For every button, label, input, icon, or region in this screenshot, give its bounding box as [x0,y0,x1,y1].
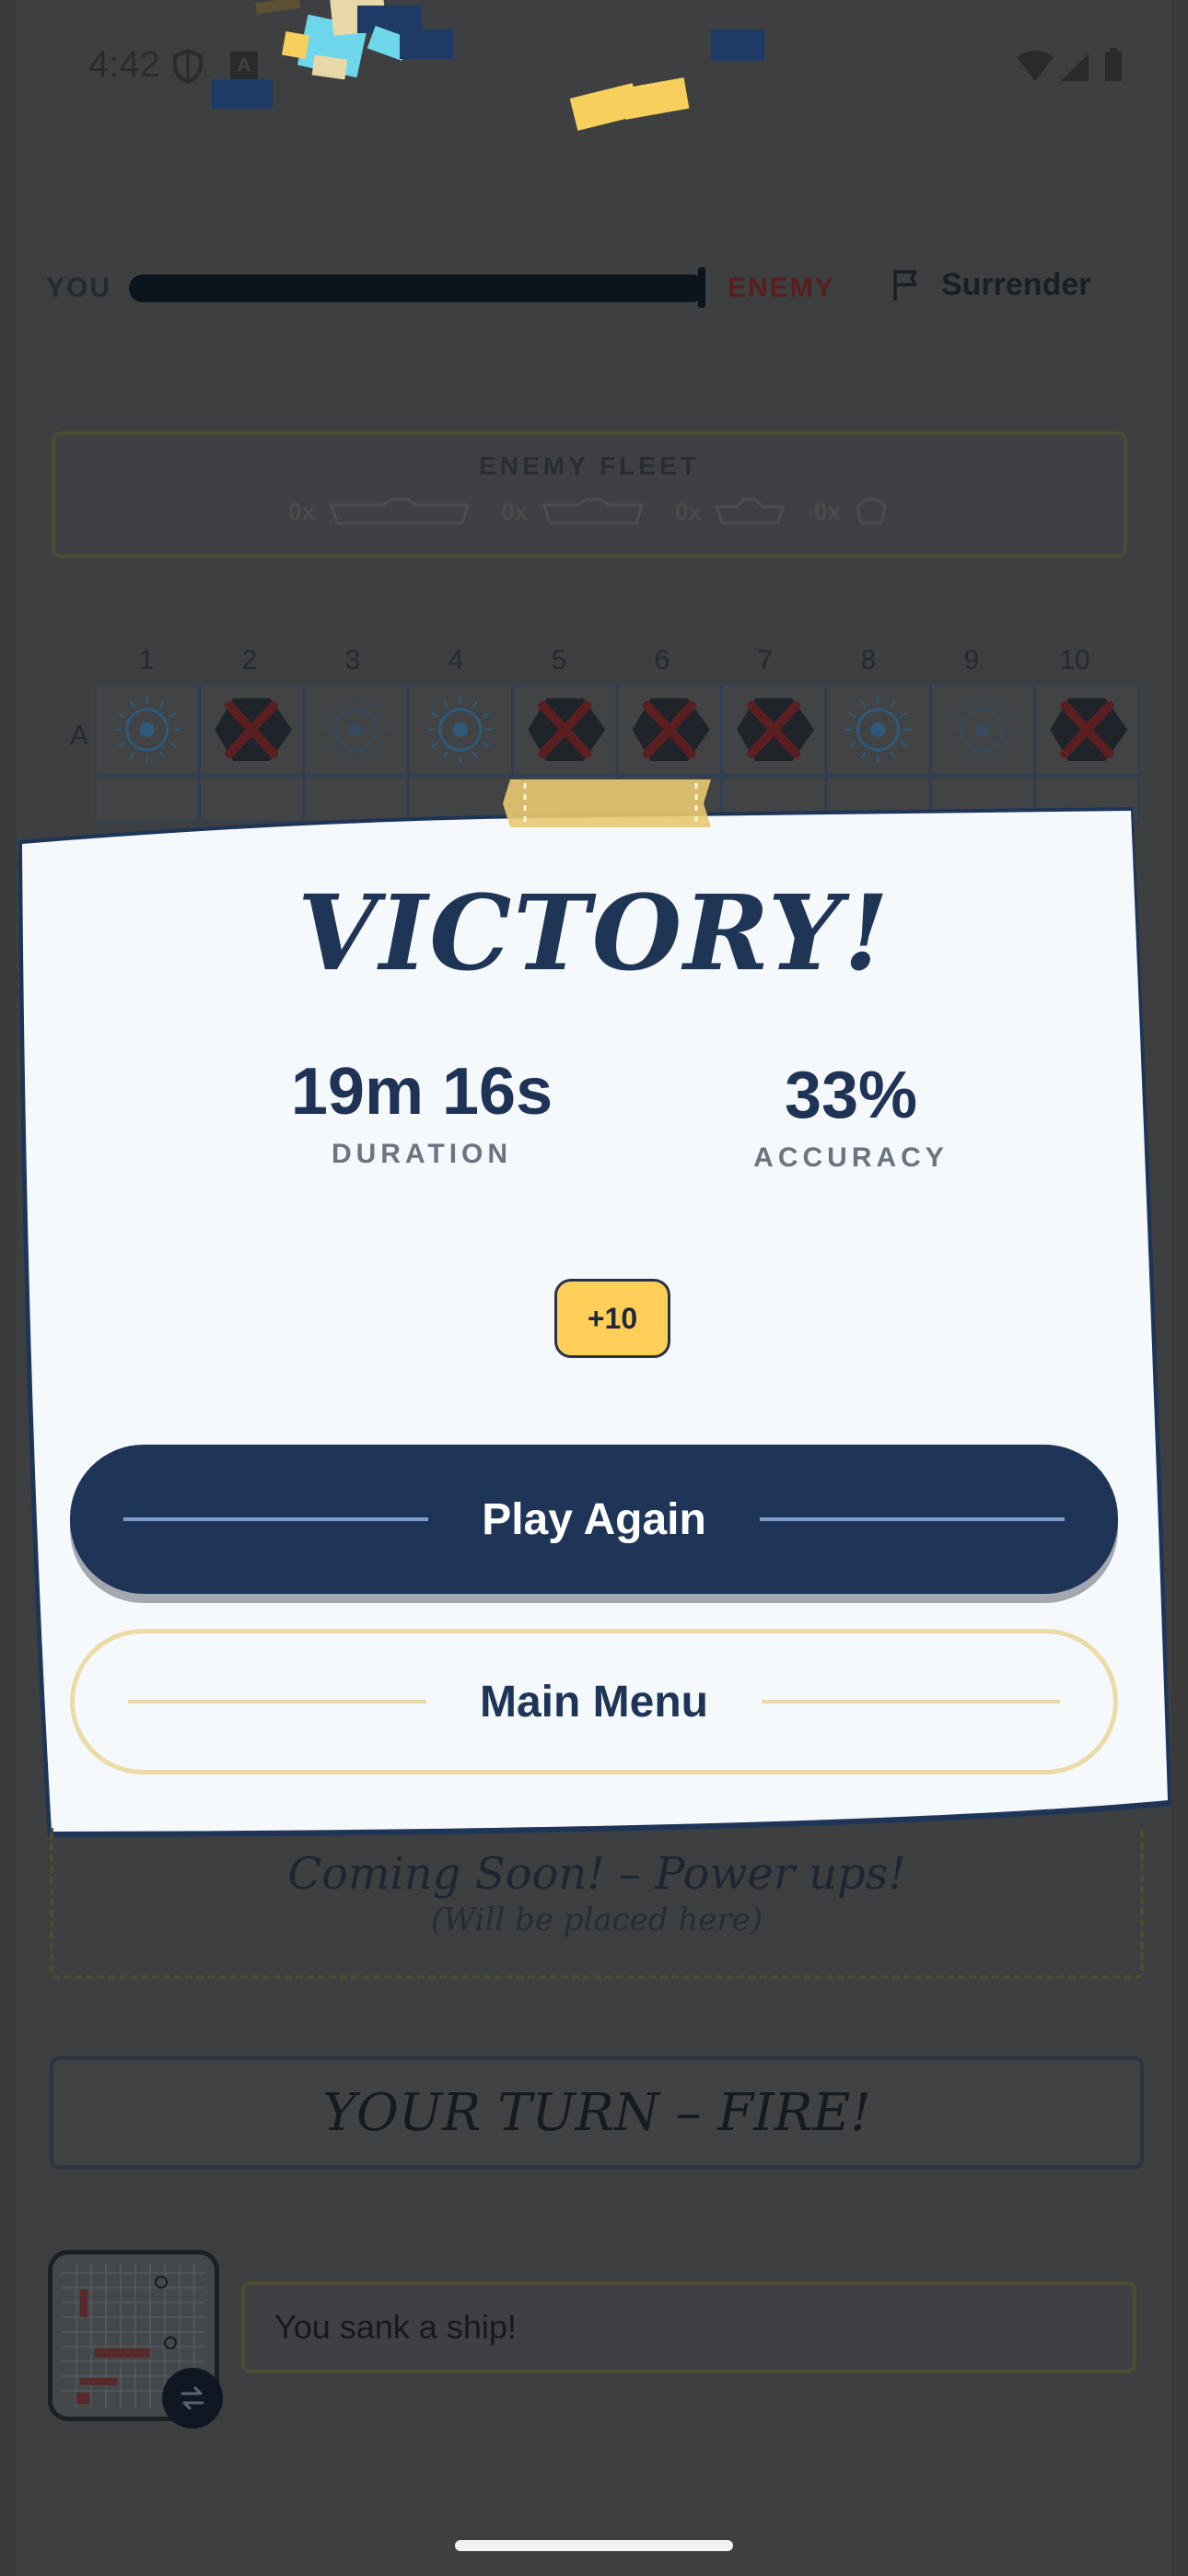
swap-arrows-icon [181,2386,204,2410]
button-decor-line [759,1517,1066,1521]
play-again-button[interactable]: Play Again [70,1445,1118,1594]
accuracy-value: 33% [784,1059,918,1132]
accuracy-stat: 33% ACCURACY [667,1058,1035,1174]
game-screen: 4:42 A YOU ENEMY Surrender ENEMY FLEET 0… [17,0,1171,2576]
main-menu-button[interactable]: Main Menu [70,1629,1118,1774]
duration-value: 19m 16s [290,1055,553,1129]
duration-stat: 19m 16s DURATION [238,1054,606,1170]
button-decor-line [128,1700,426,1704]
tape-decoration [503,779,711,827]
reward-badge: +10 [554,1279,670,1358]
victory-title: VICTORY! [297,873,891,994]
turn-banner: YOUR TURN – FIRE! [50,2056,1144,2169]
play-again-label: Play Again [482,1494,706,1544]
accuracy-label: ACCURACY [753,1142,949,1173]
duration-label: DURATION [331,1139,513,1169]
swap-view-button[interactable] [162,2368,223,2429]
main-menu-label: Main Menu [480,1677,708,1727]
game-message: You sank a ship! [241,2281,1136,2373]
powerups-subtitle: (Will be placed here) [430,1902,763,1938]
button-decor-line [123,1517,429,1521]
button-decor-line [762,1700,1060,1704]
powerups-placeholder: Coming Soon! – Power ups! (Will be place… [50,1828,1144,1979]
home-indicator[interactable] [455,2540,733,2551]
powerups-title: Coming Soon! – Power ups! [287,1848,906,1900]
